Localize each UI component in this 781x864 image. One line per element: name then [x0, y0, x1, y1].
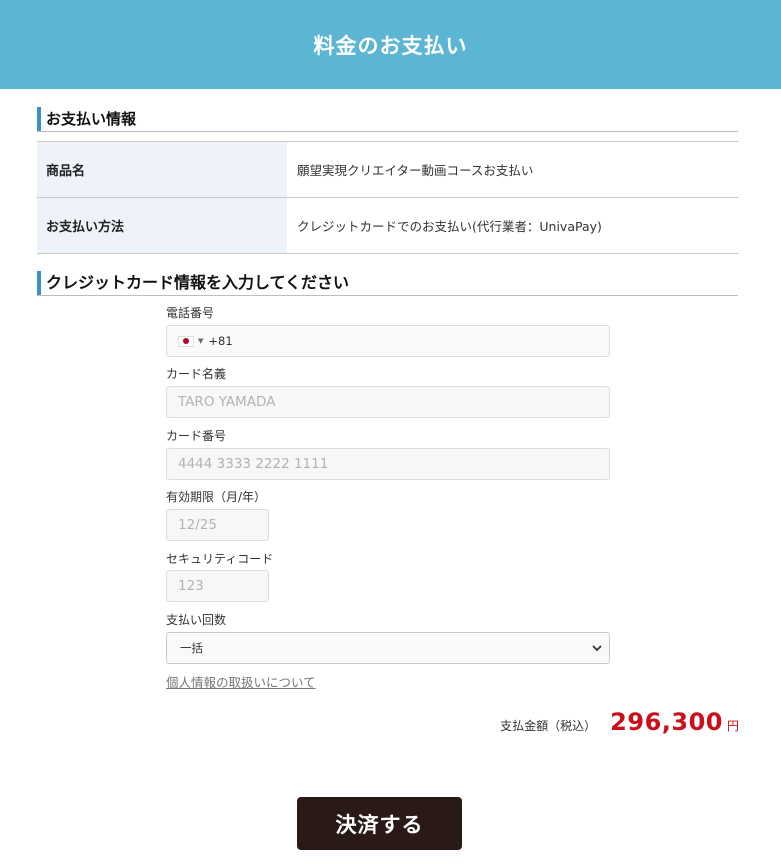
japan-flag-icon[interactable]: [178, 335, 194, 347]
cvc-input[interactable]: 123: [166, 570, 269, 602]
card-number-label: カード番号: [166, 429, 227, 443]
expiry-label: 有効期限（月/年）: [166, 490, 267, 504]
total-amount: 支払金額（税込） 296,300 円: [500, 708, 739, 736]
privacy-policy-link[interactable]: 個人情報の取扱いについて: [166, 672, 316, 691]
total-label: 支払金額（税込）: [500, 719, 597, 733]
cvc-label: セキュリティコード: [166, 552, 274, 566]
card-number-input[interactable]: 4444 3333 2222 1111: [166, 448, 610, 480]
chevron-down-icon[interactable]: [591, 642, 603, 654]
installments-label: 支払い回数: [166, 613, 227, 627]
card-name-input[interactable]: TARO YAMADA: [166, 386, 610, 418]
total-value: 296,300: [610, 708, 723, 736]
heading-accent-bar: [37, 107, 41, 131]
installments-selected: 一括: [180, 641, 203, 655]
phone-input[interactable]: ▼ +81: [166, 325, 610, 357]
dial-code: +81: [208, 334, 233, 348]
installments-select[interactable]: 一括: [166, 632, 610, 664]
caret-down-icon[interactable]: ▼: [198, 337, 203, 345]
total-unit: 円: [726, 719, 739, 733]
heading-accent-bar: [37, 271, 41, 295]
expiry-input[interactable]: 12/25: [166, 509, 269, 541]
phone-label: 電話番号: [166, 306, 215, 320]
card-name-label: カード名義: [166, 367, 227, 381]
pay-button[interactable]: 決済する: [297, 797, 462, 850]
